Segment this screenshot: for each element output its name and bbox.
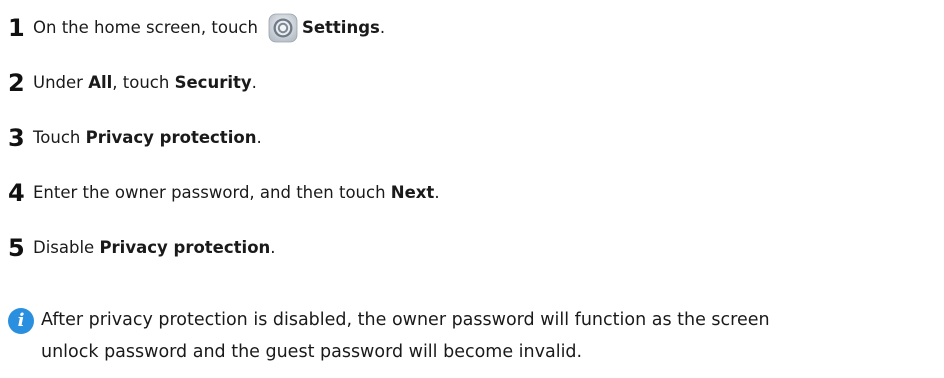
step-text: Under All , touch Security . xyxy=(33,73,257,92)
step-text: Enter the owner password, and then touch… xyxy=(33,183,440,202)
step-number: 1 xyxy=(8,13,25,42)
info-icon: i xyxy=(8,308,34,334)
step-text-plain: . xyxy=(434,183,440,202)
info-note: i After privacy protection is disabled, … xyxy=(8,305,938,368)
step-number: 5 xyxy=(8,233,25,262)
step-text-bold: All xyxy=(88,73,113,92)
note-text-line: After privacy protection is disabled, th… xyxy=(41,310,770,330)
step-5: 5 Disable Privacy protection . xyxy=(8,220,938,275)
step-text-plain: . xyxy=(270,238,276,257)
step-number: 4 xyxy=(8,178,25,207)
step-number: 3 xyxy=(8,123,25,152)
step-1: 1 On the home screen, touch Settings . xyxy=(8,0,938,55)
step-text-bold: Privacy protection xyxy=(85,128,257,147)
step-text: On the home screen, touch Settings . xyxy=(33,13,385,43)
note-text-line: unlock password and the guest password w… xyxy=(41,342,583,362)
step-text-bold: Privacy protection xyxy=(99,238,271,257)
step-text-plain: . xyxy=(379,18,386,37)
step-text-plain: Disable xyxy=(33,238,100,257)
step-3: 3 Touch Privacy protection . xyxy=(8,110,938,165)
step-text-bold: Next xyxy=(390,183,435,202)
step-text-bold: Settings xyxy=(301,18,380,37)
note-text: After privacy protection is disabled, th… xyxy=(41,304,770,368)
step-text-plain: Touch xyxy=(33,128,86,147)
step-2: 2 Under All , touch Security . xyxy=(8,55,938,110)
step-text-plain: . xyxy=(256,128,262,147)
step-text-bold: Security xyxy=(174,73,252,92)
step-text-plain: Under xyxy=(33,73,89,92)
step-text-plain: , touch xyxy=(112,73,175,92)
step-text-plain: On the home screen, touch xyxy=(33,18,258,37)
step-text-plain: . xyxy=(251,73,257,92)
step-text: Disable Privacy protection . xyxy=(33,238,276,257)
step-text-plain: Enter the owner password, and then touch xyxy=(33,183,391,202)
step-number: 2 xyxy=(8,68,25,97)
settings-gear-icon xyxy=(268,13,298,42)
step-4: 4 Enter the owner password, and then tou… xyxy=(8,165,938,220)
info-icon-glyph: i xyxy=(17,310,25,331)
steps-list: 1 On the home screen, touch Settings . 2… xyxy=(8,0,938,275)
step-text: Touch Privacy protection . xyxy=(33,128,262,147)
